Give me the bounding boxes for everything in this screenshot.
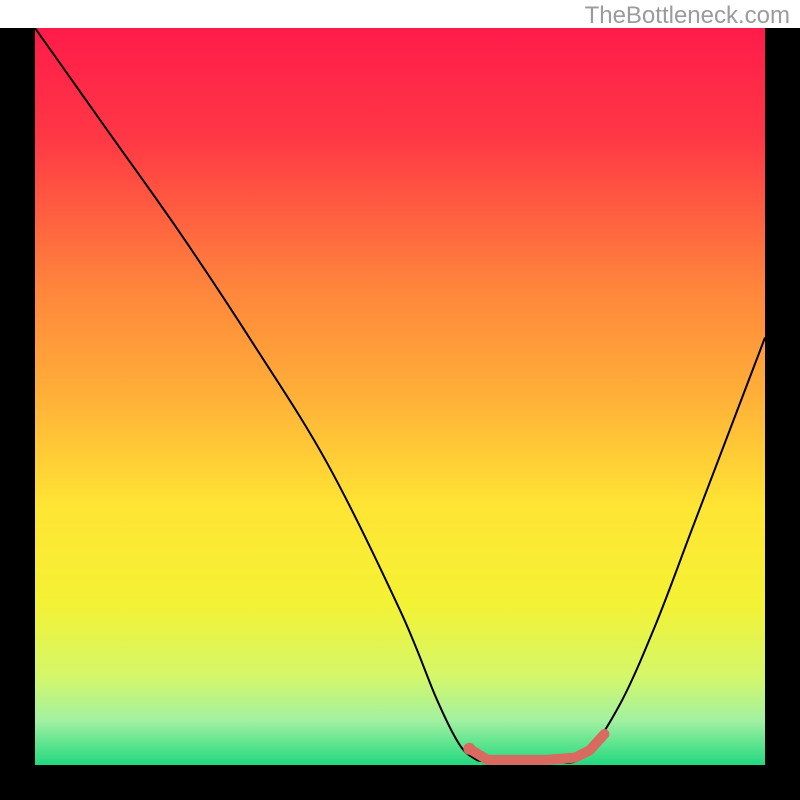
watermark-text: TheBottleneck.com <box>585 2 790 30</box>
plot-area <box>35 28 765 765</box>
gradient-background <box>35 28 765 765</box>
chart-container: TheBottleneck.com <box>0 0 800 800</box>
chart-svg <box>35 28 765 765</box>
highlight-dot-icon <box>463 743 475 755</box>
